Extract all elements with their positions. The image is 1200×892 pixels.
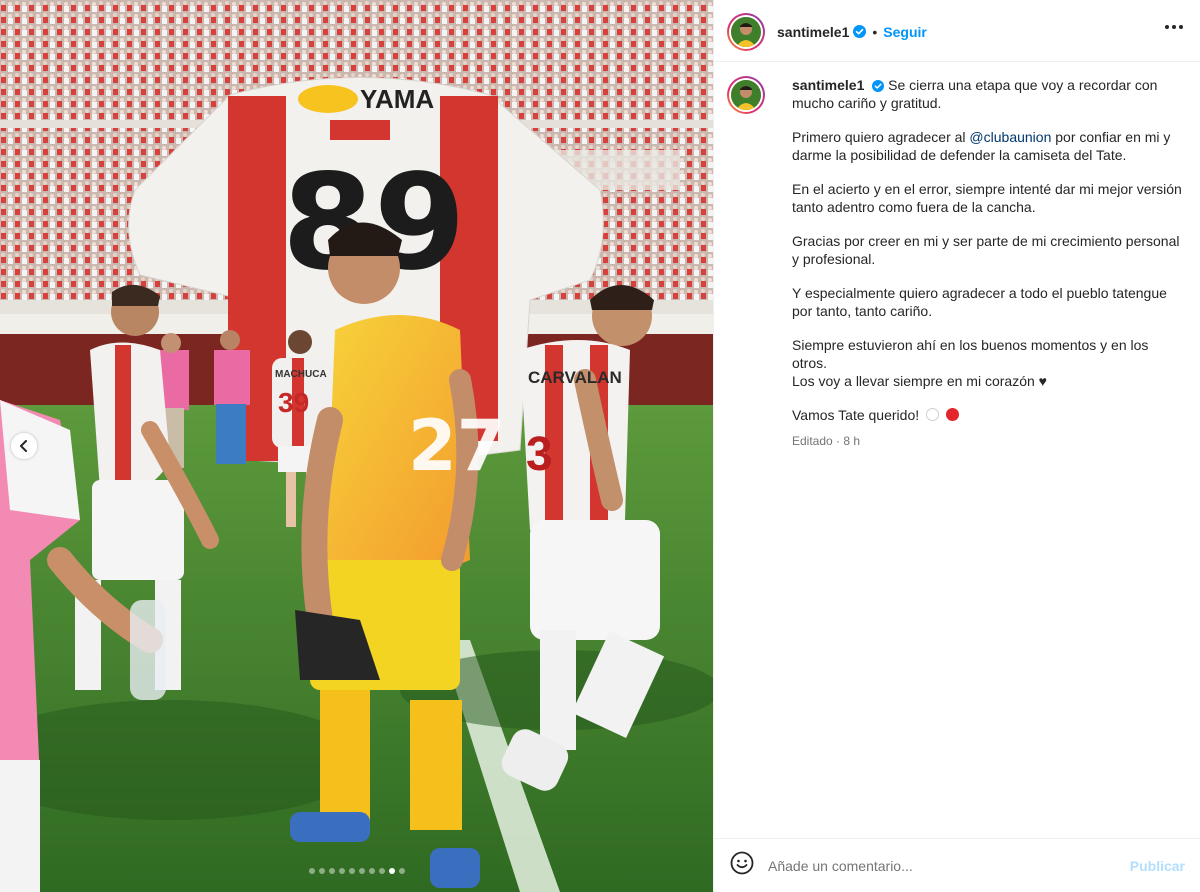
timestamp[interactable]: 8 h — [843, 434, 860, 448]
carousel-dot — [378, 868, 385, 874]
carousel-dot — [328, 868, 335, 874]
player-name-carvalan: CARVALAN — [528, 368, 622, 387]
carousel-dot — [358, 868, 365, 874]
follow-button[interactable]: Seguir — [883, 24, 927, 40]
player-name-machuca: MACHUCA — [275, 369, 327, 380]
caption-line-3: En el acierto y en el error, siempre int… — [792, 181, 1182, 215]
player-number-39: 39 — [278, 387, 309, 418]
sponsor-text: YAMA — [360, 84, 434, 114]
more-options-icon[interactable] — [1165, 25, 1183, 29]
profile-photo — [731, 16, 761, 47]
chevron-left-icon — [20, 440, 27, 452]
edited-label: Editado — [792, 434, 833, 448]
caption-line-5: Y especialmente quiero agradecer a todo … — [792, 285, 1167, 319]
carousel-dot — [308, 868, 315, 874]
carousel-prev-button[interactable] — [11, 433, 37, 459]
profile-photo — [731, 80, 761, 110]
verified-badge-icon — [853, 25, 867, 38]
verified-badge-icon — [872, 80, 885, 93]
carousel-dots — [0, 868, 713, 874]
username[interactable]: santimele1 — [777, 24, 849, 40]
emoji-icon[interactable] — [730, 851, 754, 880]
player-number-3: 3 — [526, 428, 553, 481]
caption-line-7: Los voy a llevar siempre en mi corazón ♥ — [792, 373, 1047, 389]
carousel-dot — [348, 868, 355, 874]
carousel-dot — [398, 868, 405, 874]
caption-line-8: Vamos Tate querido! — [792, 407, 920, 423]
post-meta: Editado · 8 h — [792, 432, 1187, 450]
caption-line-6: Siempre estuvieron ahí en los buenos mom… — [792, 337, 1149, 371]
caption-line-2-prefix: Primero quiero agradecer al — [792, 129, 966, 145]
post-photo[interactable]: YAMA 89 MACHUCA 39 27 CARVALAN 3 — [0, 0, 713, 892]
header-separator: • — [872, 23, 878, 40]
post-side-panel: santimele1 • Seguir santimele1 Se cierra… — [713, 0, 1200, 892]
comment-bar: Publicar — [714, 838, 1200, 892]
avatar[interactable] — [727, 12, 765, 51]
carousel-dot — [388, 868, 395, 874]
red-circle-icon — [945, 408, 959, 421]
post-caption: santimele1 Se cierra una etapa que voy a… — [727, 76, 1187, 450]
mention-link[interactable]: @clubaunion — [969, 129, 1051, 145]
carousel-dot — [318, 868, 325, 874]
publish-button[interactable]: Publicar — [1130, 858, 1185, 874]
meta-separator: · — [836, 434, 841, 448]
carousel-dot — [368, 868, 375, 874]
post-header: santimele1 • Seguir — [714, 2, 1200, 62]
carousel-dot — [338, 868, 345, 874]
white-circle-icon — [926, 408, 940, 421]
comment-input[interactable] — [768, 857, 1130, 874]
caption-username[interactable]: santimele1 — [792, 77, 864, 93]
caption-avatar[interactable] — [727, 76, 765, 114]
goalkeeper-number: 27 — [408, 405, 505, 487]
caption-line-4: Gracias por creer en mi y ser parte de m… — [792, 233, 1180, 267]
photo-scene: YAMA 89 MACHUCA 39 27 CARVALAN 3 — [0, 0, 713, 892]
caption-text: santimele1 Se cierra una etapa que voy a… — [792, 76, 1187, 450]
